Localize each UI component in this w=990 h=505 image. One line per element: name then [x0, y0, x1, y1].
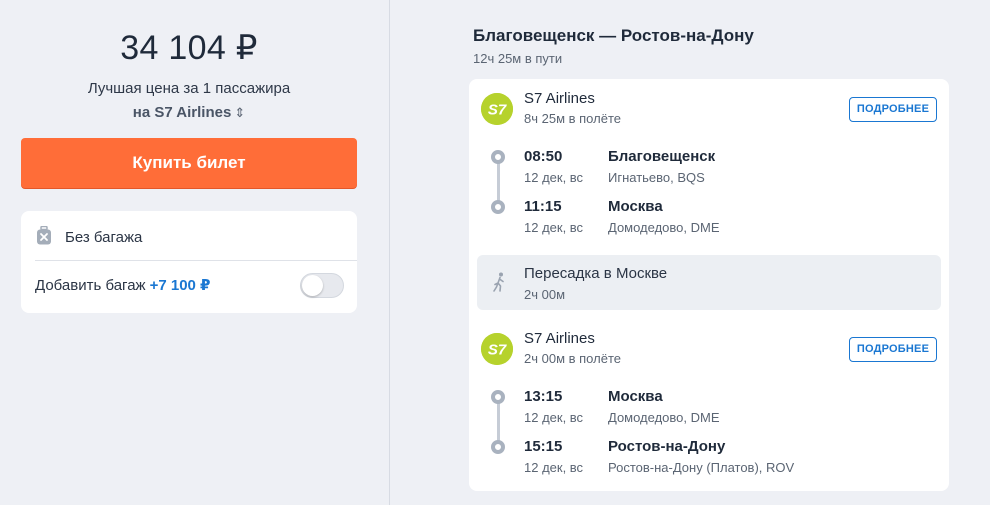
segment-1-arrival-city: Москва — [608, 198, 663, 215]
segment-2-departure-city: Москва — [608, 388, 663, 405]
segment-1-departure-airport: Игнатьево, BQS — [608, 170, 705, 185]
segment-2-details-button[interactable]: ПОДРОБНЕЕ — [849, 337, 937, 362]
transfer-block: Пересадка в Москве 2ч 00м — [477, 255, 941, 310]
add-baggage-price: +7 100 ₽ — [149, 277, 211, 294]
segment-2-departure-airport: Домодедово, DME — [608, 410, 720, 425]
segment-2-departure-dot — [491, 390, 505, 404]
no-baggage-label: Без багажа — [65, 229, 143, 246]
no-baggage-icon — [37, 226, 51, 245]
segment-2-arrival-airport: Ростов-на-Дону (Платов), ROV — [608, 460, 795, 475]
segment-2-flight-time: 2ч 00м в полёте — [524, 351, 621, 366]
airline-selector[interactable]: на S7 Airlines ⇕ — [0, 104, 378, 121]
segment-1-departure-dot — [491, 150, 505, 164]
segment-2-airline: S7 Airlines — [524, 330, 595, 347]
segment-2-arrival-time: 15:15 — [524, 438, 563, 455]
segment-1-arrival-time: 11:15 — [524, 198, 562, 215]
offer-panel: 34 104 ₽ Лучшая цена за 1 пассажира на S… — [0, 0, 390, 505]
chevron-up-down-icon: ⇕ — [234, 105, 246, 120]
no-baggage-row: Без багажа — [35, 211, 357, 261]
ticket-price: 34 104 ₽ — [120, 29, 258, 67]
svg-text:S7: S7 — [488, 102, 507, 119]
s7-logo-mark: S7 — [481, 93, 513, 125]
price-note: Лучшая цена за 1 пассажира — [87, 80, 291, 97]
segment-1-departure-time: 08:50 — [524, 148, 563, 165]
s7-logo: S7 — [481, 333, 513, 365]
transfer-duration: 2ч 00м — [524, 287, 566, 302]
segment-2-arrival-city: Ростов-на-Дону — [608, 438, 726, 455]
add-baggage-row: Добавить багаж +7 100 ₽ — [35, 276, 210, 294]
airline-selector-label: на S7 Airlines — [132, 104, 232, 121]
route-title: Благовещенск — Ростов-на-Дону — [473, 26, 754, 45]
segment-2-departure-date: 12 дек, вс — [524, 410, 584, 425]
segment-2-arrival-dot — [491, 440, 505, 454]
buy-ticket-button[interactable]: Купить билет — [21, 138, 357, 188]
segment-1-departure-date: 12 дек, вс — [524, 170, 584, 185]
segment-2-departure-time: 13:15 — [524, 388, 563, 405]
svg-text:S7: S7 — [488, 342, 507, 359]
segment-1-arrival-airport: Домодедово, DME — [608, 220, 720, 235]
segment-1-flight-time: 8ч 25м в полёте — [524, 111, 621, 126]
transfer-title: Пересадка в Москве — [524, 265, 668, 282]
s7-logo-mark: S7 — [481, 333, 513, 365]
toggle-knob — [302, 275, 323, 296]
segment-1-details-button[interactable]: ПОДРОБНЕЕ — [849, 97, 937, 122]
walking-person-icon — [493, 272, 504, 292]
add-baggage-label: Добавить багаж — [35, 277, 146, 294]
add-baggage-toggle[interactable] — [300, 273, 344, 298]
itinerary-card: S7 S7 Airlines 8ч 25м в полёте ПОДРОБНЕЕ… — [469, 79, 949, 491]
s7-logo: S7 — [481, 93, 513, 125]
baggage-card: Без багажа Добавить багаж +7 100 ₽ — [21, 211, 357, 313]
segment-1-airline: S7 Airlines — [524, 90, 595, 107]
segment-1-arrival-date: 12 дек, вс — [524, 220, 584, 235]
route-duration: 12ч 25м в пути — [473, 51, 563, 66]
segment-1-arrival-dot — [491, 200, 505, 214]
segment-1-departure-city: Благовещенск — [608, 148, 716, 165]
segment-2-arrival-date: 12 дек, вс — [524, 460, 584, 475]
